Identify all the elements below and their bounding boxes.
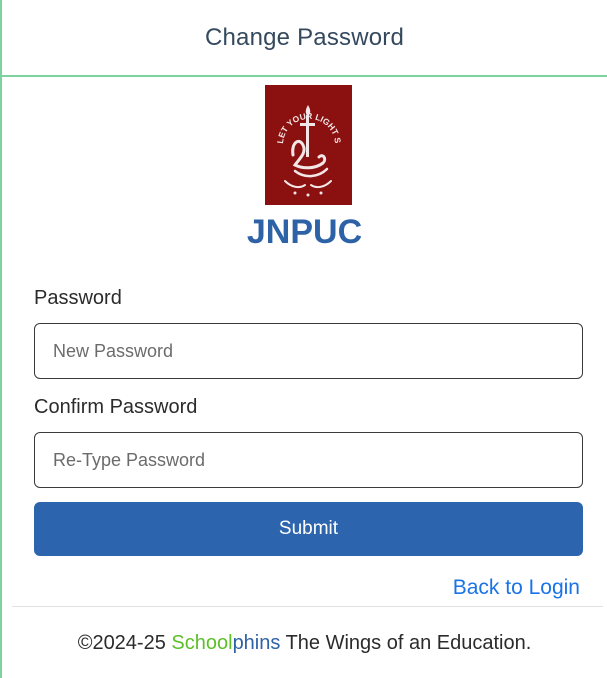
copyright-text: ©2024-25 bbox=[77, 632, 166, 654]
submit-button[interactable]: Submit bbox=[34, 502, 583, 556]
brand-name: Schoolphins bbox=[171, 632, 280, 654]
school-crest-icon: LET YOUR LIGHT SHINE bbox=[265, 85, 352, 205]
confirm-password-label: Confirm Password bbox=[34, 396, 198, 418]
footer-text: ©2024-25 Schoolphins The Wings of an Edu… bbox=[2, 632, 607, 655]
password-label: Password bbox=[34, 287, 122, 309]
page-title: Change Password bbox=[204, 23, 405, 51]
change-password-panel: Change Password LET YOUR LIGHT SHINE JNP… bbox=[0, 0, 607, 678]
organization-name: JNPUC bbox=[246, 213, 363, 251]
panel-header: Change Password bbox=[2, 0, 607, 77]
brand-name-part2: phins bbox=[232, 632, 281, 654]
footer-tagline: The Wings of an Education. bbox=[285, 632, 532, 654]
back-to-login-link[interactable]: Back to Login bbox=[453, 576, 580, 600]
confirm-password-input[interactable] bbox=[34, 432, 583, 488]
brand-name-part1: School bbox=[171, 632, 233, 654]
footer-divider bbox=[12, 606, 603, 607]
new-password-input[interactable] bbox=[34, 323, 583, 379]
svg-text:LET YOUR LIGHT SHINE: LET YOUR LIGHT SHINE bbox=[265, 85, 343, 144]
